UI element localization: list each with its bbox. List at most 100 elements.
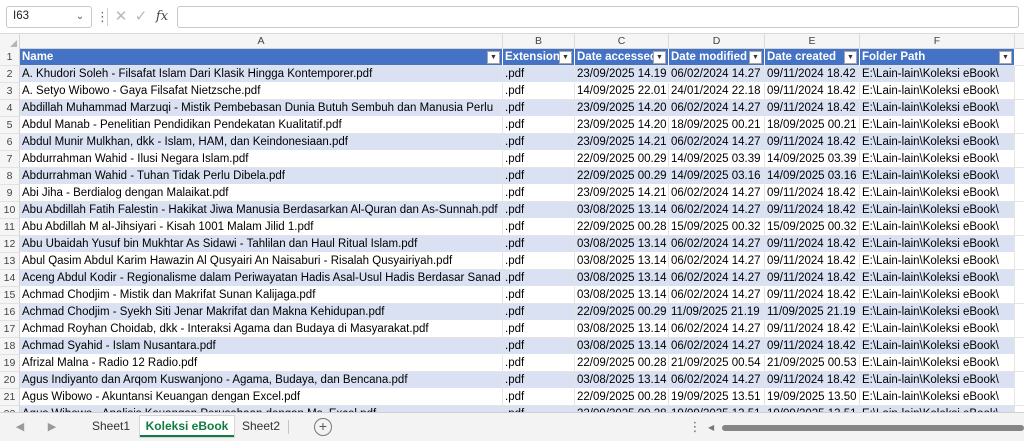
cell-date-created[interactable]: 09/11/2024 18.42 (765, 83, 860, 100)
chevron-down-icon[interactable]: ⌄ (73, 9, 87, 25)
cell-name[interactable]: Agus Indiyanto dan Arqom Kuswanjono - Ag… (20, 372, 503, 389)
sheet-tab-koleksi-ebook[interactable]: Koleksi eBook (140, 416, 234, 437)
cell-name[interactable]: Achmad Syahid - Islam Nusantara.pdf (20, 338, 503, 355)
header-cell-date-created[interactable]: Date created ▼ (765, 49, 860, 66)
cell-date-created[interactable]: 09/11/2024 18.42 (765, 372, 860, 389)
cell-extension[interactable]: .pdf (503, 355, 575, 372)
cell-date-modified[interactable]: 18/09/2025 00.21 (669, 117, 765, 134)
column-header-d[interactable]: D (669, 34, 765, 49)
cell-extension[interactable]: .pdf (503, 151, 575, 168)
cell-folder-path[interactable]: E:\Lain-lain\Koleksi eBook\ (860, 321, 1015, 338)
grid-cell[interactable] (1015, 338, 1024, 355)
cell-folder-path[interactable]: E:\Lain-lain\Koleksi eBook\ (860, 389, 1015, 406)
cell-folder-path[interactable]: E:\Lain-lain\Koleksi eBook\ (860, 83, 1015, 100)
cell-extension[interactable]: .pdf (503, 389, 575, 406)
cell-extension[interactable]: .pdf (503, 83, 575, 100)
header-cell-name[interactable]: Name ▼ (20, 49, 503, 66)
cell-date-created[interactable]: 09/11/2024 18.42 (765, 321, 860, 338)
cell-folder-path[interactable]: E:\Lain-lain\Koleksi eBook\ (860, 304, 1015, 321)
row-header[interactable]: 13 (0, 253, 20, 270)
cell-name[interactable]: Achmad Chodjim - Mistik dan Makrifat Sun… (20, 287, 503, 304)
cell-date-created[interactable]: 11/09/2025 21.19 (765, 304, 860, 321)
cell-date-modified[interactable]: 06/02/2024 14.27 (669, 134, 765, 151)
row-header[interactable]: 1 (0, 49, 20, 66)
cell-extension[interactable]: .pdf (503, 202, 575, 219)
cell-date-created[interactable]: 19/09/2025 13.50 (765, 389, 860, 406)
cell-date-modified[interactable]: 06/02/2024 14.27 (669, 202, 765, 219)
cell-name[interactable]: A. Setyo Wibowo - Gaya Filsafat Nietzsch… (20, 83, 503, 100)
grid-cell[interactable] (1015, 270, 1024, 287)
cell-folder-path[interactable]: E:\Lain-lain\Koleksi eBook\ (860, 168, 1015, 185)
cell-folder-path[interactable]: E:\Lain-lain\Koleksi eBook\ (860, 66, 1015, 83)
cell-date-created[interactable]: 14/09/2025 03.39 (765, 151, 860, 168)
cell-folder-path[interactable]: E:\Lain-lain\Koleksi eBook\ (860, 219, 1015, 236)
cell-date-accessed[interactable]: 23/09/2025 14.19 (575, 66, 669, 83)
cell-date-accessed[interactable]: 22/09/2025 00.28 (575, 219, 669, 236)
cell-extension[interactable]: .pdf (503, 66, 575, 83)
cell-date-accessed[interactable]: 22/09/2025 00.29 (575, 168, 669, 185)
row-header[interactable]: 9 (0, 185, 20, 202)
cell-extension[interactable]: .pdf (503, 117, 575, 134)
row-header[interactable]: 18 (0, 338, 20, 355)
row-header[interactable]: 16 (0, 304, 20, 321)
cell-date-accessed[interactable]: 03/08/2025 13.14 (575, 202, 669, 219)
filter-dropdown-icon[interactable]: ▼ (653, 51, 666, 64)
row-header[interactable]: 2 (0, 66, 20, 83)
cell-folder-path[interactable]: E:\Lain-lain\Koleksi eBook\ (860, 372, 1015, 389)
cell-date-created[interactable]: 14/09/2025 03.16 (765, 168, 860, 185)
cell-name[interactable]: Abu Abdillah M al-Jihsiyari - Kisah 1001… (20, 219, 503, 236)
grid-cell[interactable] (1015, 100, 1024, 117)
cell-name[interactable]: A. Khudori Soleh - Filsafat Islam Dari K… (20, 66, 503, 83)
cell-date-modified[interactable]: 06/02/2024 14.27 (669, 270, 765, 287)
cell-name[interactable]: Achmad Chodjim - Syekh Siti Jenar Makrif… (20, 304, 503, 321)
cell-date-created[interactable]: 09/11/2024 18.42 (765, 202, 860, 219)
cell-extension[interactable]: .pdf (503, 287, 575, 304)
cell-name[interactable]: Abdul Manab - Penelitian Pendidikan Pend… (20, 117, 503, 134)
cell-date-accessed[interactable]: 22/09/2025 00.28 (575, 355, 669, 372)
cell-date-created[interactable]: 09/11/2024 18.42 (765, 66, 860, 83)
cell-date-modified[interactable]: 15/09/2025 00.32 (669, 219, 765, 236)
scrollbar-thumb[interactable] (722, 425, 1024, 431)
grid-cell[interactable] (1015, 49, 1024, 66)
cell-date-accessed[interactable]: 22/09/2025 00.28 (575, 389, 669, 406)
cell-folder-path[interactable]: E:\Lain-lain\Koleksi eBook\ (860, 100, 1015, 117)
filter-dropdown-icon[interactable]: ▼ (844, 51, 857, 64)
cell-date-accessed[interactable]: 22/09/2025 00.29 (575, 151, 669, 168)
insert-function-icon[interactable]: fx (152, 6, 172, 28)
cell-folder-path[interactable]: E:\Lain-lain\Koleksi eBook\ (860, 355, 1015, 372)
row-header[interactable]: 10 (0, 202, 20, 219)
filter-dropdown-icon[interactable]: ▼ (487, 51, 500, 64)
grid-cell[interactable] (1015, 355, 1024, 372)
grid-cell[interactable] (1015, 287, 1024, 304)
filter-dropdown-icon[interactable]: ▼ (749, 51, 762, 64)
cell-date-modified[interactable]: 14/09/2025 03.16 (669, 168, 765, 185)
cell-name[interactable]: Afrizal Malna - Radio 12 Radio.pdf (20, 355, 503, 372)
cell-name[interactable]: Abi Jiha - Berdialog dengan Malaikat.pdf (20, 185, 503, 202)
cell-extension[interactable]: .pdf (503, 236, 575, 253)
cell-folder-path[interactable]: E:\Lain-lain\Koleksi eBook\ (860, 253, 1015, 270)
row-header[interactable]: 6 (0, 134, 20, 151)
cell-date-accessed[interactable]: 03/08/2025 13.14 (575, 236, 669, 253)
plus-icon[interactable]: + (314, 418, 332, 436)
cell-folder-path[interactable]: E:\Lain-lain\Koleksi eBook\ (860, 236, 1015, 253)
grid-cell[interactable] (1015, 389, 1024, 406)
cell-date-created[interactable]: 09/11/2024 18.42 (765, 185, 860, 202)
cell-name[interactable]: Agus Wibowo - Akuntansi Keuangan dengan … (20, 389, 503, 406)
cell-folder-path[interactable]: E:\Lain-lain\Koleksi eBook\ (860, 338, 1015, 355)
cell-date-accessed[interactable]: 23/09/2025 14.21 (575, 134, 669, 151)
cell-date-modified[interactable]: 19/09/2025 13.51 (669, 389, 765, 406)
cell-folder-path[interactable]: E:\Lain-lain\Koleksi eBook\ (860, 151, 1015, 168)
cell-name[interactable]: Achmad Royhan Choidab, dkk - Interaksi A… (20, 321, 503, 338)
cell-date-modified[interactable]: 21/09/2025 00.54 (669, 355, 765, 372)
cell-extension[interactable]: .pdf (503, 338, 575, 355)
filter-dropdown-icon[interactable]: ▼ (999, 51, 1012, 64)
cell-extension[interactable]: .pdf (503, 304, 575, 321)
column-header-b[interactable]: B (503, 34, 575, 49)
cell-date-modified[interactable]: 06/02/2024 14.27 (669, 100, 765, 117)
cell-extension[interactable]: .pdf (503, 100, 575, 117)
cell-extension[interactable]: .pdf (503, 372, 575, 389)
cell-date-accessed[interactable]: 03/08/2025 13.14 (575, 372, 669, 389)
grid-cell[interactable] (1015, 253, 1024, 270)
row-header[interactable]: 21 (0, 389, 20, 406)
cell-date-accessed[interactable]: 14/09/2025 22.01 (575, 83, 669, 100)
